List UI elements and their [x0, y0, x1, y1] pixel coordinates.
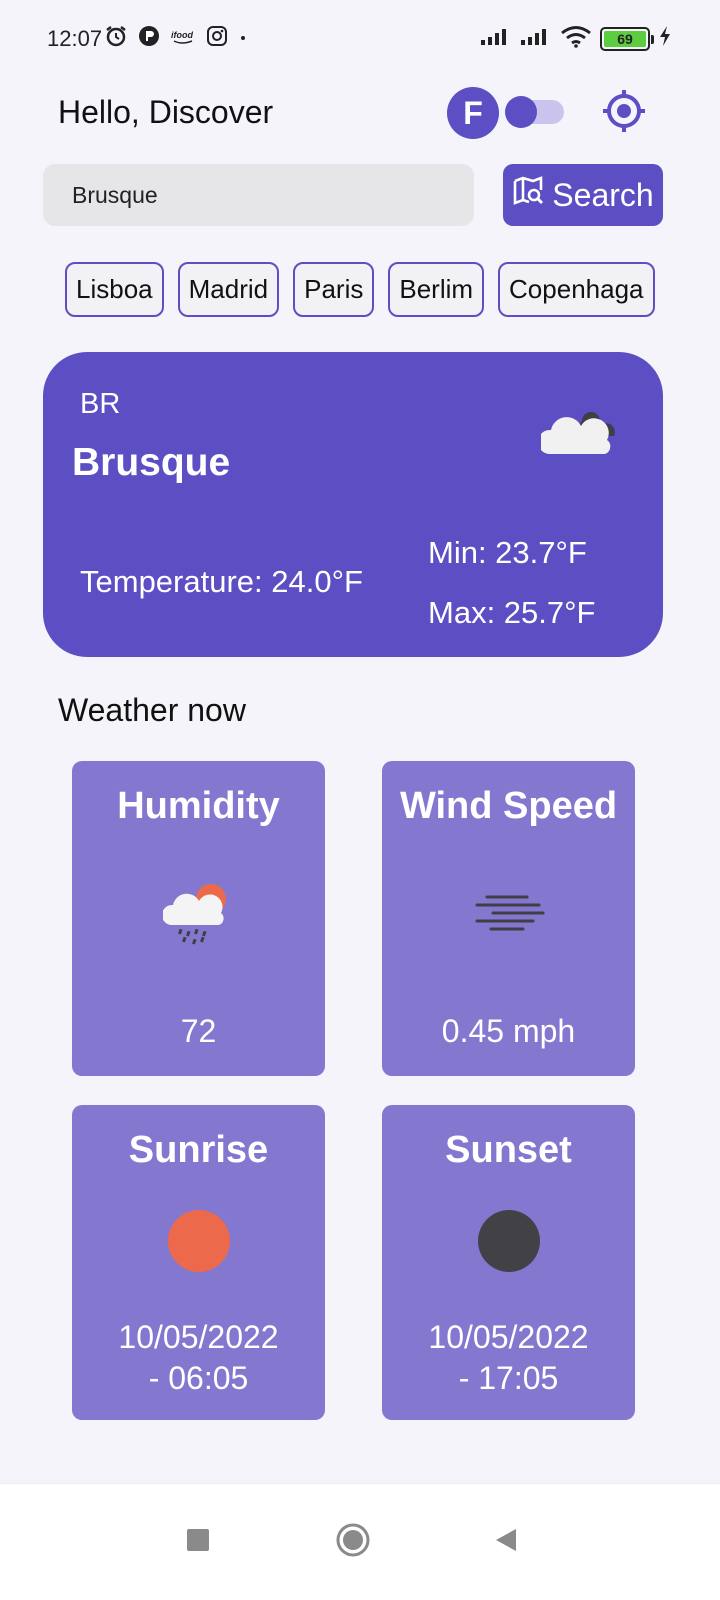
- location-button[interactable]: [598, 87, 650, 139]
- alarm-icon: [104, 24, 128, 53]
- map-search-icon: [512, 175, 544, 215]
- wind-lines-icon: [382, 879, 635, 939]
- signal-icon: [520, 26, 552, 51]
- system-navigation-bar: [0, 1483, 720, 1600]
- back-button[interactable]: [494, 1527, 518, 1558]
- status-notification-icons: ifood: [104, 24, 248, 53]
- wifi-icon: [560, 24, 592, 53]
- status-time: 12:07: [47, 26, 103, 51]
- home-button[interactable]: [336, 1523, 370, 1562]
- ifood-icon: ifood: [170, 27, 196, 50]
- sunrise-value: 10/05/2022 - 06:05: [72, 1317, 325, 1399]
- cloudy-icon: [537, 402, 621, 463]
- charging-icon: [658, 25, 672, 52]
- signal-icon: [480, 26, 512, 51]
- chip-berlim[interactable]: Berlim: [388, 262, 485, 317]
- sunset-value: 10/05/2022 - 17:05: [382, 1317, 635, 1399]
- sunset-label: Sunset: [445, 1129, 572, 1171]
- sunset-moon-icon: [477, 1210, 540, 1272]
- battery-level: 69: [604, 30, 646, 47]
- sunrise-date: 10/05/2022: [118, 1319, 279, 1355]
- chip-copenhaga[interactable]: Copenhaga: [498, 262, 655, 317]
- sunrise-sun-icon: [167, 1210, 230, 1272]
- search-button-label: Search: [552, 176, 654, 213]
- wind-speed-value: 0.45 mph: [441, 1013, 576, 1049]
- square-icon: [186, 1528, 210, 1557]
- sunrise-icon-wrap: [72, 1210, 325, 1272]
- temperature-max: Max: 25.7°F: [428, 595, 596, 630]
- wind-speed-label: Wind Speed: [399, 785, 618, 827]
- city-name: Brusque: [72, 441, 231, 484]
- sunset-date: 10/05/2022: [428, 1319, 589, 1355]
- current-weather-card: BR Brusque Temperature: 24.0°F Min: 23.7…: [43, 352, 663, 657]
- weather-now-title: Weather now: [58, 692, 246, 728]
- crosshair-icon: [600, 87, 648, 140]
- unit-toggle-thumb[interactable]: [505, 96, 537, 128]
- search-input[interactable]: [43, 164, 474, 226]
- sunrise-time: - 06:05: [148, 1360, 249, 1396]
- quick-city-chips: Lisboa Madrid Paris Berlim Copenhaga: [65, 262, 655, 317]
- battery-icon: 69: [600, 26, 654, 51]
- unit-badge: F: [447, 87, 499, 139]
- instagram-icon: [206, 25, 228, 52]
- sunset-tile: Sunset 10/05/2022 - 17:05: [382, 1105, 635, 1420]
- chip-lisboa[interactable]: Lisboa: [65, 262, 164, 317]
- home-circle-icon: [336, 1523, 370, 1562]
- svg-text:ifood: ifood: [171, 30, 193, 40]
- humidity-tile: Humidity 72: [72, 761, 325, 1076]
- status-bar: 12:07 ifood 69: [0, 0, 720, 70]
- country-code: BR: [80, 388, 121, 420]
- sunset-icon-wrap: [382, 1210, 635, 1272]
- humidity-label: Humidity: [117, 785, 280, 827]
- temperature-min: Min: 23.7°F: [428, 535, 587, 570]
- dot-icon: [238, 30, 248, 48]
- sunset-time: - 17:05: [458, 1360, 559, 1396]
- sunrise-tile: Sunrise 10/05/2022 - 06:05: [72, 1105, 325, 1420]
- chip-paris[interactable]: Paris: [293, 262, 375, 317]
- chip-madrid[interactable]: Madrid: [177, 262, 280, 317]
- search-button[interactable]: Search: [503, 164, 663, 226]
- sunrise-label: Sunrise: [128, 1129, 269, 1171]
- wind-speed-tile: Wind Speed 0.45 mph: [382, 761, 635, 1076]
- humidity-value: 72: [180, 1013, 217, 1049]
- temperature-text: Temperature: 24.0°F: [80, 564, 363, 599]
- recents-button[interactable]: [186, 1528, 210, 1557]
- back-triangle-icon: [494, 1527, 518, 1558]
- app-notification-icon: [138, 25, 160, 52]
- greeting-title: Hello, Discover: [58, 94, 274, 130]
- status-system-icons: 69: [480, 24, 672, 53]
- rain-cloud-sun-icon: [72, 879, 325, 945]
